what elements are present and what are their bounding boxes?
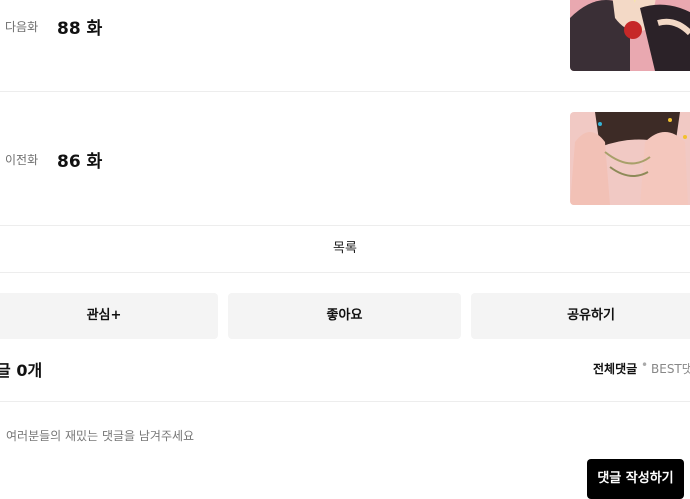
next-episode-number: 88 화 (57, 19, 103, 39)
comments-count: 0개 (16, 361, 43, 380)
write-comment-button[interactable]: 댓글 작성하기 (587, 459, 684, 499)
next-episode-label: 다음화 (5, 20, 39, 34)
comment-input[interactable]: 여러분들의 재밌는 댓글을 남겨주세요 (6, 427, 194, 444)
share-button[interactable]: 공유하기 (471, 293, 690, 339)
episode-list-button[interactable]: 목록 (0, 226, 690, 273)
subscribe-button[interactable]: 관심+ (0, 293, 218, 339)
sort-separator: • (641, 358, 649, 372)
comments-title: 글 0개 (0, 357, 42, 381)
sort-best-comments-tab[interactable]: BEST댓 (651, 360, 690, 377)
sort-all-comments-tab[interactable]: 전체댓글 (593, 360, 637, 377)
divider (0, 401, 690, 402)
prev-episode-thumbnail[interactable] (570, 112, 690, 205)
prev-episode-number: 86 화 (57, 152, 103, 172)
comments-title-prefix: 글 (0, 361, 11, 380)
prev-episode-label: 이전화 (5, 153, 39, 167)
like-button[interactable]: 좋아요 (228, 293, 461, 339)
prev-episode-row[interactable]: 이전화 86 화 (0, 91, 690, 226)
next-episode-thumbnail[interactable] (570, 0, 690, 71)
next-episode-row[interactable]: 다음화 88 화 (0, 0, 690, 92)
